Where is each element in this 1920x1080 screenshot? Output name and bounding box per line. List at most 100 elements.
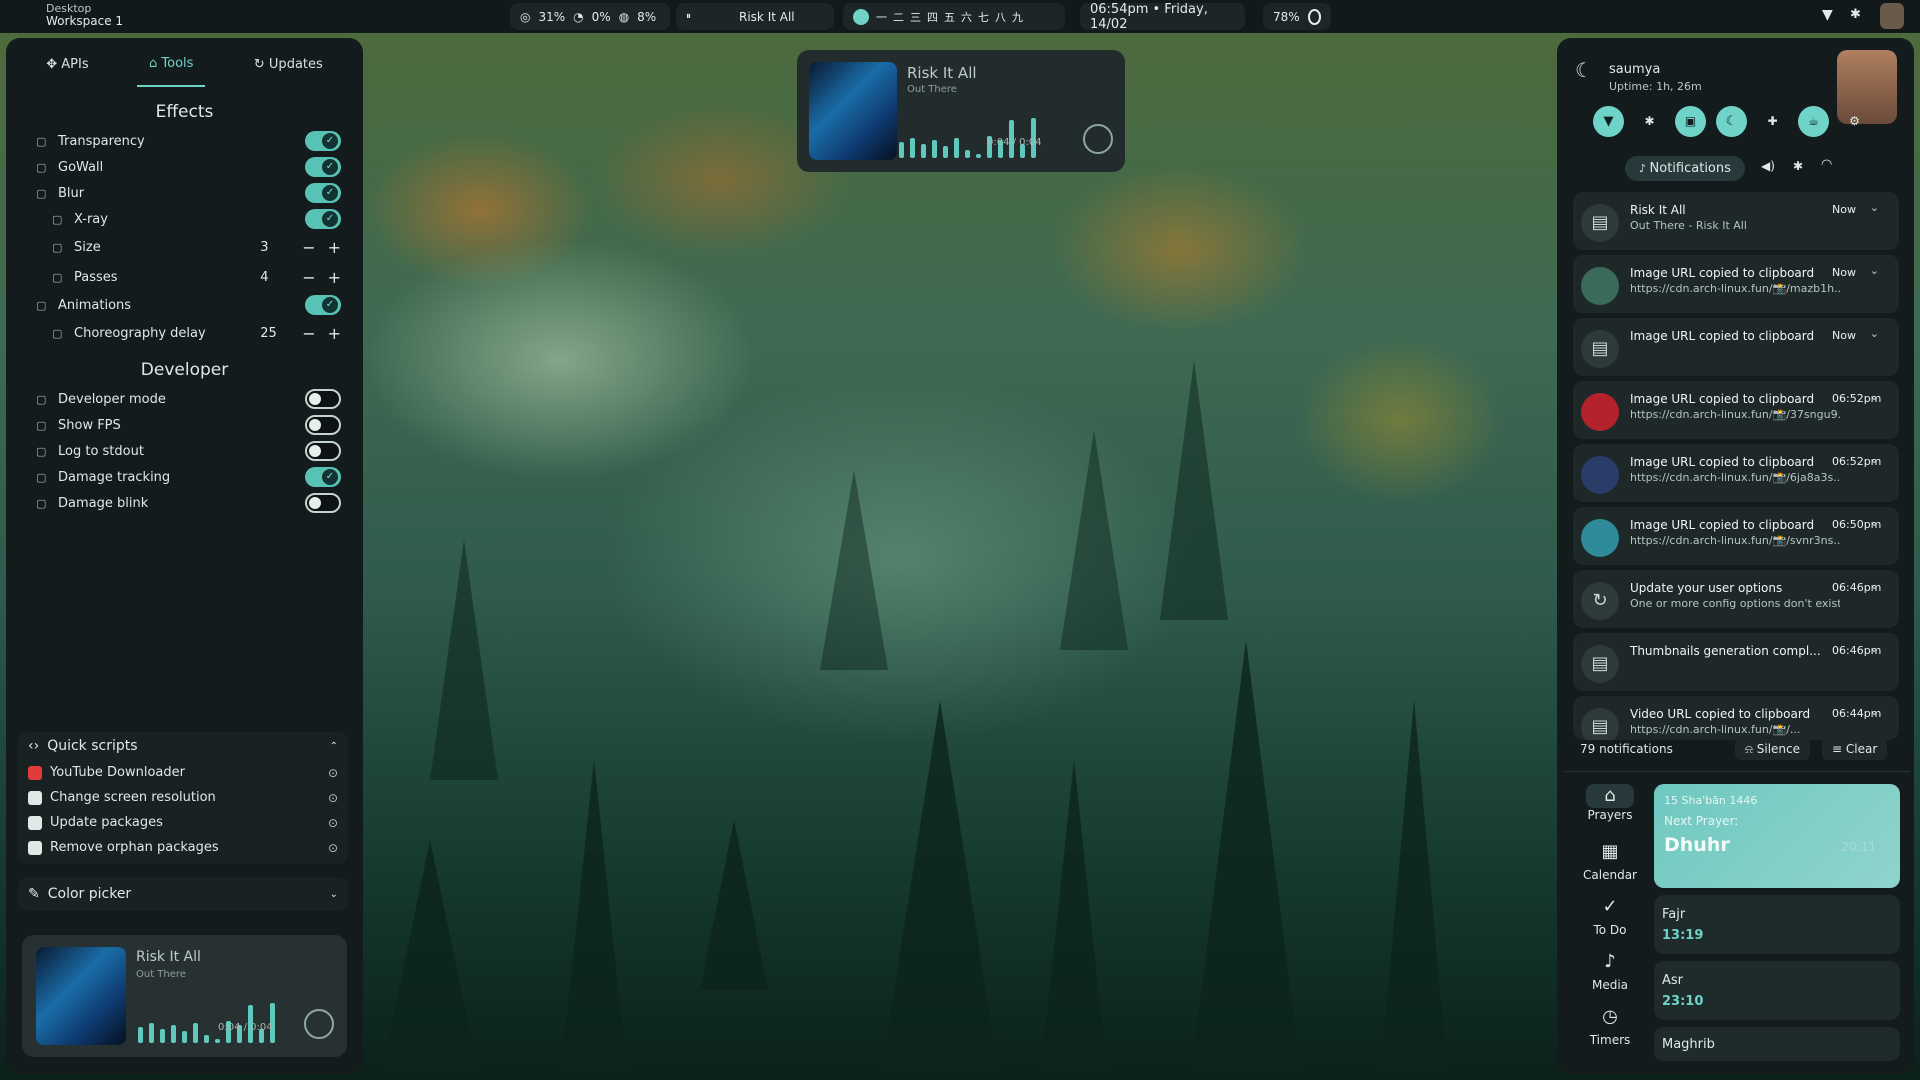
notification-item[interactable]: ▤ Risk It All Out There - Risk It All Now ⌄: [1573, 192, 1899, 250]
next-prayer-card[interactable]: 15 Sha'bān 1446 Next Prayer: Dhuhr 20:11: [1654, 784, 1900, 888]
bluetooth-toggle-icon[interactable]: ✱: [1634, 106, 1665, 137]
setting-stepper: 25− +: [260, 324, 341, 343]
coffee-toggle-icon[interactable]: ☕: [1798, 106, 1829, 137]
run-script-icon[interactable]: ⊙: [328, 766, 338, 780]
chevron-up-icon[interactable]: ⌃: [330, 741, 338, 752]
decrement-button[interactable]: −: [302, 324, 315, 343]
screenshot-toggle-icon[interactable]: ▣: [1675, 106, 1706, 137]
setting-label: Damage tracking: [58, 469, 171, 485]
resources-pill[interactable]: ◎ 31% ◔ 0% ◍ 8%: [510, 3, 670, 30]
workspace-2[interactable]: 二: [893, 11, 904, 24]
sidebar-media-player[interactable]: Risk It All Out There 0:04 / 0:04: [22, 935, 347, 1057]
quick-script-item[interactable]: YouTube Downloader ⊙: [18, 760, 348, 785]
tab-volume-icon[interactable]: ◀): [1761, 159, 1775, 173]
bluetooth-icon[interactable]: ✱: [1850, 7, 1861, 22]
silence-button[interactable]: ⍾ Silence: [1735, 738, 1811, 760]
increment-button[interactable]: +: [328, 238, 341, 257]
sidebar-item-media[interactable]: ♪ Media: [1574, 950, 1646, 992]
stepper-value[interactable]: 25: [260, 326, 290, 341]
tab-updates[interactable]: ↻ Updates: [242, 43, 335, 86]
run-script-icon[interactable]: ⊙: [328, 816, 338, 830]
user-avatar[interactable]: [1880, 3, 1904, 29]
run-script-icon[interactable]: ⊙: [328, 791, 338, 805]
workspace-9[interactable]: 九: [1012, 11, 1023, 24]
game-mode-toggle-icon[interactable]: ✚: [1757, 106, 1788, 137]
expand-chevron-icon[interactable]: ⌄: [1870, 453, 1879, 466]
notification-item[interactable]: Image URL copied to clipboard https://cdn…: [1573, 444, 1899, 502]
workspace-8[interactable]: 八: [995, 11, 1006, 24]
setting-toggle[interactable]: [305, 157, 341, 177]
active-workspace-dot[interactable]: [853, 8, 869, 25]
expand-chevron-icon[interactable]: ⌄: [1870, 705, 1879, 718]
clock[interactable]: 06:54pm • Friday, 14/02: [1080, 2, 1245, 32]
developer-row: ▢ Show FPS: [6, 412, 363, 438]
quick-scripts-header[interactable]: ‹› Quick scripts ⌃: [18, 732, 348, 760]
expand-chevron-icon[interactable]: ⌄: [1870, 642, 1879, 655]
quick-script-item[interactable]: Remove orphan packages ⊙: [18, 835, 348, 860]
wifi-icon[interactable]: ▼: [1822, 7, 1833, 23]
sidebar-item-calendar[interactable]: ▦ Calendar: [1574, 840, 1646, 882]
workspace-1[interactable]: 一: [876, 11, 887, 24]
setting-toggle[interactable]: [305, 415, 341, 435]
setting-toggle[interactable]: [305, 441, 341, 461]
increment-button[interactable]: +: [328, 268, 341, 287]
quick-script-item[interactable]: Change screen resolution ⊙: [18, 785, 348, 810]
expand-chevron-icon[interactable]: ⌄: [1870, 516, 1879, 529]
sidebar-item-todo[interactable]: ✓ To Do: [1574, 895, 1646, 937]
clear-button[interactable]: ≡ Clear: [1822, 738, 1888, 760]
workspaces-pill[interactable]: 一二三四五六七八九: [843, 3, 1065, 30]
media-pill[interactable]: ⏸ Risk It All: [676, 3, 834, 30]
run-script-icon[interactable]: ⊙: [328, 841, 338, 855]
chevron-down-icon[interactable]: ⌄: [330, 889, 338, 900]
setting-toggle[interactable]: [305, 389, 341, 409]
sidebar-item-timers[interactable]: ◷ Timers: [1574, 1005, 1646, 1047]
setting-toggle[interactable]: [305, 467, 341, 487]
tab-bluetooth-icon[interactable]: ✱: [1793, 159, 1803, 173]
expand-chevron-icon[interactable]: ⌄: [1870, 390, 1879, 403]
sidebar-item-prayers[interactable]: ⌂ Prayers: [1574, 784, 1646, 822]
expand-chevron-icon[interactable]: ⌄: [1870, 201, 1879, 214]
quick-script-item[interactable]: Update packages ⊙: [18, 810, 348, 835]
media-artist: Out There: [136, 969, 186, 980]
night-light-toggle-icon[interactable]: ☾: [1716, 106, 1747, 137]
decrement-button[interactable]: −: [302, 238, 315, 257]
notification-item[interactable]: Image URL copied to clipboard https://cdn…: [1573, 507, 1899, 565]
wifi-toggle-icon[interactable]: ▼: [1593, 106, 1624, 137]
stepper-value[interactable]: 3: [260, 240, 290, 255]
notification-item[interactable]: Image URL copied to clipboard https://cdn…: [1573, 255, 1899, 313]
play-pause-button[interactable]: [304, 1009, 334, 1039]
notification-item[interactable]: ▤ Thumbnails generation compl... 06:46pm ⌄: [1573, 633, 1899, 691]
tab-apis[interactable]: ✥ APIs: [34, 43, 100, 86]
workspace-7[interactable]: 七: [978, 11, 989, 24]
workspace-indicator[interactable]: Desktop Workspace 1: [46, 3, 123, 28]
setting-toggle[interactable]: [305, 131, 341, 151]
tab-notifications[interactable]: ♪ Notifications: [1625, 156, 1745, 181]
notification-item[interactable]: Image URL copied to clipboard https://cdn…: [1573, 381, 1899, 439]
stepper-value[interactable]: 4: [260, 270, 290, 285]
notification-item[interactable]: ▤ Image URL copied to clipboard Now ⌄: [1573, 318, 1899, 376]
popup-play-pause-button[interactable]: [1083, 124, 1113, 154]
workspace-list[interactable]: 一二三四五六七八九: [873, 9, 1026, 25]
setting-toggle[interactable]: [305, 209, 341, 229]
workspace-6[interactable]: 六: [961, 11, 972, 24]
expand-chevron-icon[interactable]: ⌄: [1870, 327, 1879, 340]
tab-wifi-icon[interactable]: ◠: [1821, 157, 1832, 172]
workspace-3[interactable]: 三: [910, 11, 921, 24]
decrement-button[interactable]: −: [302, 268, 315, 287]
color-picker[interactable]: ✎ Color picker ⌄: [18, 877, 348, 911]
notification-item[interactable]: ▤ Video URL copied to clipboard https://cd…: [1573, 696, 1899, 740]
expand-chevron-icon[interactable]: ⌄: [1870, 264, 1879, 277]
tab-tools[interactable]: ⌂ Tools: [137, 42, 206, 87]
workspace-4[interactable]: 四: [927, 11, 938, 24]
setting-toggle[interactable]: [305, 183, 341, 203]
notification-item[interactable]: ↻ Update your user options One or more con…: [1573, 570, 1899, 628]
settings-gear-icon[interactable]: ⚙: [1839, 106, 1870, 137]
media-popup[interactable]: Risk It All Out There 0:04 / 0:04: [797, 50, 1125, 172]
workspace-5[interactable]: 五: [944, 11, 955, 24]
setting-toggle[interactable]: [305, 295, 341, 315]
increment-button[interactable]: +: [328, 324, 341, 343]
battery-pill[interactable]: 78%: [1263, 3, 1331, 30]
setting-toggle[interactable]: [305, 493, 341, 513]
clear-all-icon: ≡: [1832, 742, 1846, 756]
expand-chevron-icon[interactable]: ⌄: [1870, 579, 1879, 592]
